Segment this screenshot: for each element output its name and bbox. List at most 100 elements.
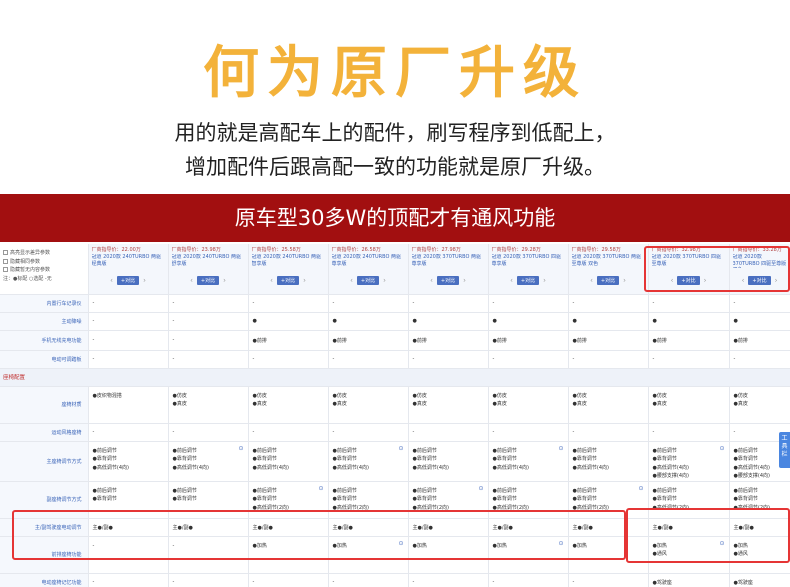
car-controls: ‹ +对比 › [652,276,726,285]
spec-cell: - [488,573,569,587]
compare-button[interactable]: +对比 [596,276,620,285]
compare-button[interactable]: +对比 [356,276,380,285]
chevron-right-icon[interactable]: › [303,277,306,285]
config-detail-icon[interactable]: ⊙ [558,540,563,549]
spec-value-line: ●高低调节(4向) [172,464,209,471]
car-model-link[interactable]: 冠道 2020款 370TURBO 两驱至尊版 双色 [572,254,645,268]
subline-1: 用的就是高配车上的配件，刷写程序到低配上， [174,121,616,145]
car-price: 厂商指导价：33.28万 [732,247,782,253]
spec-value-line: ●高低调节(2向) [412,504,449,511]
spec-cell: ●加热 [568,536,649,574]
row-label-text: 前排座椅功能 [51,552,82,558]
spec-value-line: ●前后调节 [92,487,117,494]
filter-option[interactable]: 隐藏暂无内容参数 [3,266,85,275]
chevron-left-icon[interactable]: ‹ [430,277,433,285]
spec-cell: - [168,350,249,369]
chevron-right-icon[interactable]: › [383,277,386,285]
toolbar-side-tab[interactable]: 工具栏 [779,432,790,468]
compare-button[interactable]: +对比 [677,276,700,285]
config-detail-icon[interactable]: ⊙ [478,485,483,494]
car-model-link[interactable]: 冠道 2020款 240TURBO 两驱智享版 [252,254,325,268]
spec-value: - [412,429,415,435]
car-model-link[interactable]: 冠道 2020款 240TURBO 两驱经典版 [92,254,165,268]
compare-button[interactable]: +对比 [436,276,460,285]
spec-value: - [412,356,415,362]
chevron-left-icon[interactable]: ‹ [671,277,674,285]
car-controls: ‹ +对比 › [412,276,485,285]
config-detail-icon[interactable]: ⊙ [398,540,403,549]
car-controls: ‹ +对比 › [252,276,325,285]
spec-cell: ●前排 [248,330,329,351]
filter-option-label: 隐藏相同参数 [10,258,41,265]
spec-cell: ●前后调节 ●靠背调节 ●高低调节(4向) [568,441,649,482]
compare-button[interactable]: +对比 [516,276,540,285]
filter-option[interactable]: 隐藏相同参数 [3,258,85,267]
chevron-left-icon[interactable]: ‹ [510,277,513,285]
spec-cell: - [88,312,169,331]
spec-cell: - [408,423,489,442]
compare-button[interactable]: +对比 [116,276,140,285]
checkbox-icon[interactable] [3,250,8,255]
spec-value: - [572,356,575,362]
table-row: 前排座椅功能 - - ●加热 ●加热 ⊙ ●加热 ●加热 ⊙ ●加热 ●加热 ●通风 ⊙ ●加热 ●通风 [0,536,790,574]
chevron-right-icon[interactable]: › [463,277,466,285]
spec-value-line: - [172,542,175,549]
spec-value: - [92,300,95,306]
car-model-link[interactable]: 冠道 2020款 240TURBO 两驱尊享版 [332,254,405,268]
spec-cell: ●加热 ⊙ [328,536,409,574]
spec-value: 主●/副● [492,524,513,531]
car-controls: ‹ +对比 › [733,276,787,285]
config-detail-icon[interactable]: ⊙ [719,445,724,454]
chevron-left-icon[interactable]: ‹ [190,277,193,285]
chevron-left-icon[interactable]: ‹ [270,277,273,285]
spec-cell: ●前后调节 ●靠背调节 ●高低调节(2向) ⊙ [408,481,489,519]
config-detail-icon[interactable]: ⊙ [719,540,724,549]
config-detail-icon[interactable]: ⊙ [638,485,643,494]
car-model-link[interactable]: 冠道 2020款 370TURBO 四驱至尊版 双色 [733,254,787,268]
spec-cell: ●前排 [488,330,569,351]
chevron-left-icon[interactable]: ‹ [110,277,113,285]
spec-cell: - [568,573,649,587]
chevron-right-icon[interactable]: › [223,277,226,285]
spec-cell: - [328,573,409,587]
car-model-link[interactable]: 冠道 2020款 240TURBO 两驱舒享版 [172,254,245,268]
chevron-left-icon[interactable]: ‹ [590,277,593,285]
spec-value: 主●/副● [412,524,433,531]
spec-value-line: ●前后调节 [252,447,277,454]
compare-button[interactable]: +对比 [276,276,300,285]
chevron-left-icon[interactable]: ‹ [742,277,745,285]
car-model-link[interactable]: 冠道 2020款 370TURBO 四驱至尊版 [652,254,726,268]
config-detail-icon[interactable]: ⊙ [398,445,403,454]
spec-cell: 主●/副● [88,518,169,537]
checkbox-icon[interactable] [3,267,8,272]
car-header: 厂商指导价：32.98万 冠道 2020款 370TURBO 四驱至尊版 ‹ +对比 › [648,244,730,295]
filter-option[interactable]: 高亮显示差异参数 [3,249,85,258]
chevron-right-icon[interactable]: › [143,277,146,285]
compare-button[interactable]: +对比 [196,276,220,285]
chevron-right-icon[interactable]: › [623,277,626,285]
spec-value: ● [332,318,337,324]
spec-cell: - [488,350,569,369]
config-detail-icon[interactable]: ⊙ [318,485,323,494]
checkbox-icon[interactable] [3,258,8,264]
chevron-right-icon[interactable]: › [704,277,707,285]
chevron-left-icon[interactable]: ‹ [350,277,353,285]
spec-value-line: ●靠背调节 [92,456,117,462]
spec-value-line: ●高低调节(4向) [492,464,529,471]
compare-button[interactable]: +对比 [748,276,771,285]
spec-cell: - [328,294,409,313]
car-controls: ‹ +对比 › [572,276,645,285]
spec-value: - [252,356,255,362]
chevron-right-icon[interactable]: › [543,277,546,285]
spec-value: - [572,579,575,585]
car-model-link[interactable]: 冠道 2020款 370TURBO 四驱尊享版 [492,254,565,268]
row-label-text: 副座椅调节方式 [46,497,82,503]
spec-value-line: ●高低调节(4向) [252,464,289,471]
spec-value-line: ●前后调节 [492,487,517,494]
config-detail-icon[interactable]: ⊙ [238,445,243,454]
spec-value-line: ●加热 [733,542,748,549]
config-detail-icon[interactable]: ⊙ [558,445,563,454]
chevron-right-icon[interactable]: › [775,277,778,285]
spec-value: - [92,356,95,362]
car-model-link[interactable]: 冠道 2020款 370TURBO 两驱尊享版 [412,254,485,268]
